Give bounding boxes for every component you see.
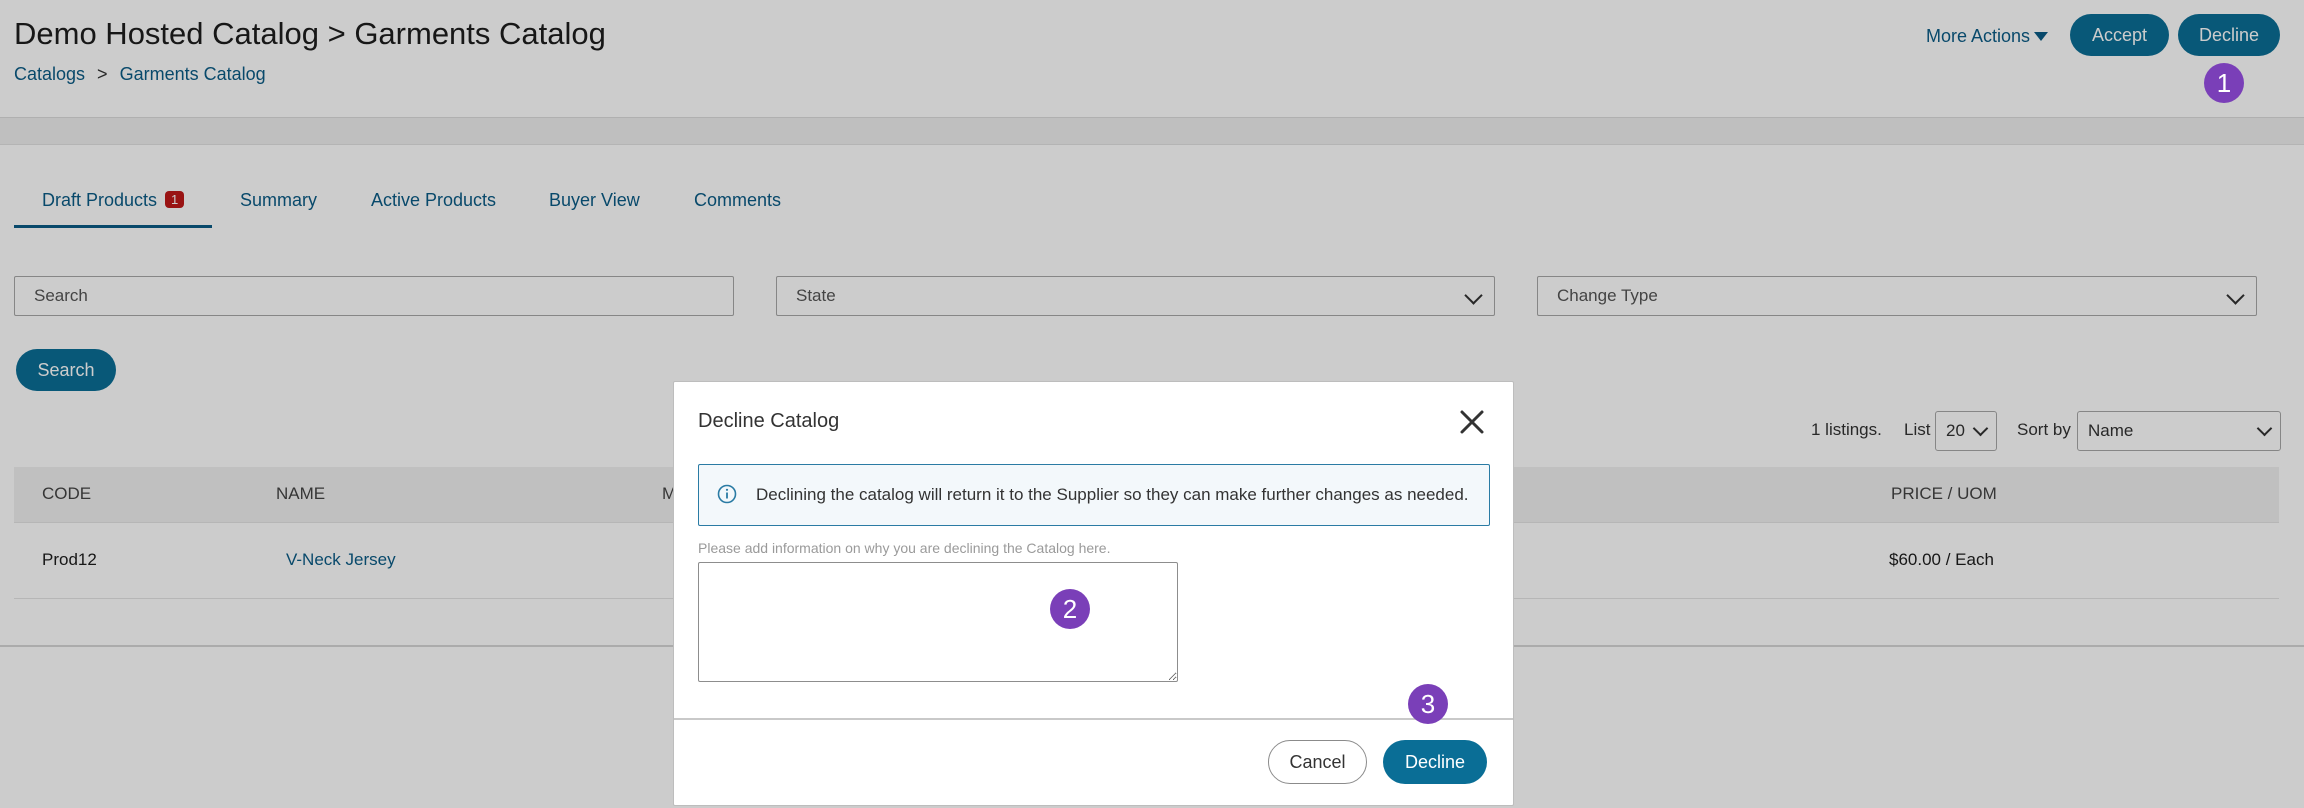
reason-help-text: Please add information on why you are de… — [698, 540, 1111, 556]
dialog-title: Decline Catalog — [698, 410, 840, 432]
close-icon[interactable] — [1458, 408, 1486, 436]
info-message: Declining the catalog will return it to … — [756, 485, 1469, 504]
info-alert: Declining the catalog will return it to … — [698, 464, 1490, 526]
confirm-decline-button[interactable]: Decline — [1383, 740, 1487, 784]
step-marker-2: 2 — [1050, 589, 1090, 629]
info-icon — [717, 484, 737, 504]
step-marker-3: 3 — [1408, 684, 1448, 724]
decline-catalog-dialog: Decline Catalog Declining the catalog wi… — [673, 381, 1514, 806]
decline-reason-textarea[interactable] — [698, 562, 1178, 682]
dialog-footer-divider — [674, 718, 1513, 720]
cancel-button[interactable]: Cancel — [1268, 740, 1367, 784]
step-marker-1: 1 — [2204, 63, 2244, 103]
